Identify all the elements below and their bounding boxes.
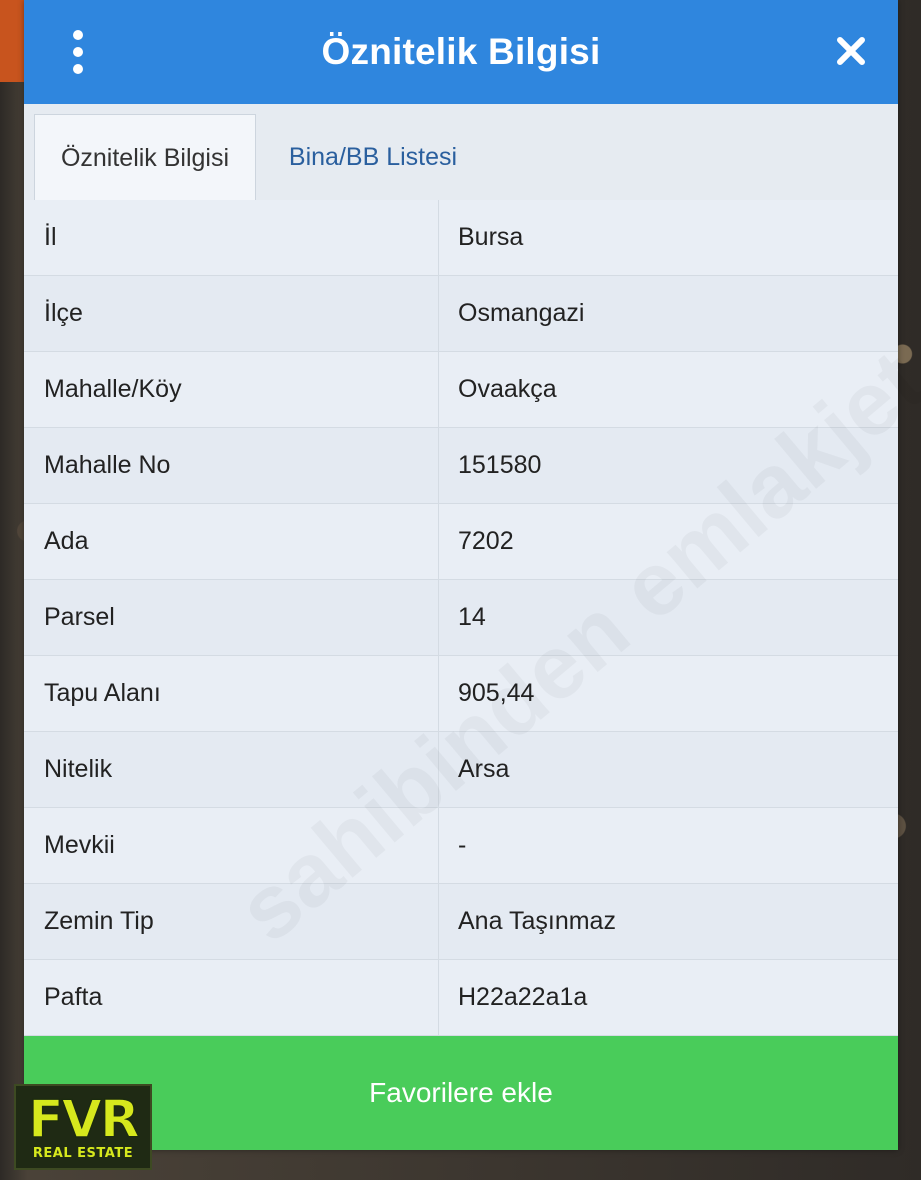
map-background-accent [0,0,24,82]
row-value: Arsa [458,755,510,783]
logo-sub-text: REAL ESTATE [32,1145,134,1161]
dialog-header: Öznitelik Bilgisi [24,0,898,104]
row-value: - [458,831,467,859]
table-row: Tapu Alanı 905,44 [24,656,898,732]
table-row: İlçe Osmangazi [24,276,898,352]
logo-main-text: FVR [27,1089,140,1150]
table-row: Parsel 14 [24,580,898,656]
row-label: İlçe [24,276,439,351]
table-row: İl Bursa [24,200,898,276]
tab-building-list[interactable]: Bina/BB Listesi [278,114,468,200]
row-label: Mahalle No [24,428,439,503]
attribute-table: İl Bursa İlçe Osmangazi Mahalle/Köy Ovaa… [24,200,898,1036]
row-label: Parsel [24,580,439,655]
row-value: 14 [458,603,486,631]
table-row: Zemin Tip Ana Taşınmaz [24,884,898,960]
row-value: Bursa [458,223,524,251]
table-row: Ada 7202 [24,504,898,580]
row-value: 151580 [458,451,542,479]
row-value: 7202 [458,527,514,555]
table-row: Mahalle/Köy Ovaakça [24,352,898,428]
close-icon[interactable] [834,34,868,68]
row-label: Pafta [24,960,439,1035]
dialog-title: Öznitelik Bilgisi [321,31,601,72]
row-label: Ada [24,504,439,579]
table-row: Mahalle No 151580 [24,428,898,504]
row-value: Ovaakça [458,375,557,403]
row-label: İl [24,200,439,275]
tab-bar: Öznitelik Bilgisi Bina/BB Listesi [24,104,898,201]
row-label: Mevkii [24,808,439,883]
row-value: H22a22a1a [458,983,588,1011]
fvr-logo: FVR REAL ESTATE [14,1084,152,1170]
tab-attribute-info[interactable]: Öznitelik Bilgisi [34,114,256,201]
attribute-info-dialog: Öznitelik Bilgisi Öznitelik Bilgisi Bina… [24,0,898,1150]
row-value: Ana Taşınmaz [458,907,616,935]
table-row: Mevkii - [24,808,898,884]
row-label: Nitelik [24,732,439,807]
more-vertical-icon[interactable] [64,30,92,74]
row-label: Zemin Tip [24,884,439,959]
row-label: Tapu Alanı [24,656,439,731]
add-to-favorites-button[interactable]: Favorilere ekle [24,1036,898,1150]
table-row: Pafta H22a22a1a [24,960,898,1036]
row-value: Osmangazi [458,299,585,327]
row-label: Mahalle/Köy [24,352,439,427]
row-value: 905,44 [458,679,535,707]
table-row: Nitelik Arsa [24,732,898,808]
